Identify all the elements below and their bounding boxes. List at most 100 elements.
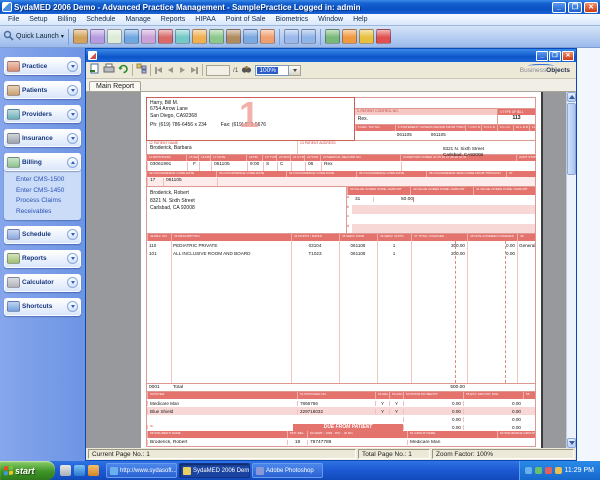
- toolbar-icon-cpt-codes[interactable]: [73, 29, 88, 44]
- refresh-button[interactable]: [118, 61, 129, 79]
- sidebar-item-billing[interactable]: Billing: [4, 153, 81, 171]
- tray-network-icon[interactable]: [525, 467, 532, 474]
- export-button[interactable]: [89, 61, 100, 79]
- toolbar-icon-referrals[interactable]: [141, 29, 156, 44]
- sidebar-item-reports[interactable]: Reports: [4, 250, 81, 268]
- services-header: 42 REV. CD. 43 DESCRIPTION 44 HCPCS / RA…: [146, 234, 536, 241]
- sidebar-item-insurance[interactable]: Insurance: [4, 129, 81, 147]
- menu-setup[interactable]: Setup: [24, 16, 52, 23]
- report-maximize-button[interactable]: ❐: [549, 51, 561, 61]
- toolbar-icon-documents[interactable]: [284, 29, 299, 44]
- toolbar-icon-day-sheet[interactable]: [209, 29, 224, 44]
- vertical-scrollbar[interactable]: [566, 92, 576, 448]
- tray-shield-icon[interactable]: [535, 467, 542, 474]
- menu-reports[interactable]: Reports: [156, 16, 191, 23]
- toolbar-icon-charts[interactable]: [325, 29, 340, 44]
- scroll-down-button[interactable]: [567, 438, 576, 448]
- toolbar-icon-icd-codes[interactable]: [90, 29, 105, 44]
- toolbar-icon-patients[interactable]: [260, 29, 275, 44]
- toolbar-icon-point-of-sale[interactable]: [342, 29, 357, 44]
- close-button[interactable]: ✕: [584, 2, 598, 13]
- scrollbar-thumb[interactable]: [567, 103, 576, 175]
- toolbar-separator: [150, 64, 151, 76]
- report-minimize-button[interactable]: _: [536, 51, 548, 61]
- sidebar-link-process-claims[interactable]: Process Claims: [16, 197, 77, 204]
- toolbar-icon-ledger[interactable]: [226, 29, 241, 44]
- last-page-button[interactable]: [190, 66, 199, 75]
- toolbar-icon-security-lock[interactable]: [359, 29, 374, 44]
- report-close-button[interactable]: ✕: [562, 51, 574, 61]
- toolbar-icon-help[interactable]: [376, 29, 391, 44]
- menu-hipaa[interactable]: HIPAA: [190, 16, 221, 23]
- show-desktop-icon[interactable]: [60, 465, 71, 476]
- menu-window[interactable]: Window: [313, 16, 348, 23]
- menu-point-of-sale[interactable]: Point of Sale: [221, 16, 271, 23]
- report-window-titlebar: _ ❐ ✕: [86, 49, 576, 62]
- reports-expand-button[interactable]: [67, 253, 78, 264]
- practice-expand-button[interactable]: [67, 61, 78, 72]
- zoom-combobox[interactable]: 100%: [255, 65, 301, 76]
- sidebar-item-calculator[interactable]: Calculator: [4, 274, 81, 292]
- task-browser[interactable]: http://www.sydasoft...: [106, 463, 177, 478]
- menu-help[interactable]: Help: [348, 16, 372, 23]
- task-sydamed[interactable]: SydaMED 2006 Demo...: [179, 463, 250, 478]
- sidebar-item-practice[interactable]: Practice: [4, 57, 81, 75]
- billing-collapse-button[interactable]: [67, 157, 78, 168]
- previous-page-button[interactable]: [166, 66, 175, 75]
- media-player-icon[interactable]: [88, 465, 99, 476]
- next-page-button[interactable]: [178, 66, 187, 75]
- minimize-button[interactable]: _: [552, 2, 566, 13]
- group-tree-button[interactable]: [136, 61, 147, 79]
- scroll-up-button[interactable]: [567, 92, 576, 102]
- insurance-expand-button[interactable]: [67, 133, 78, 144]
- menu-manage[interactable]: Manage: [120, 16, 155, 23]
- payer-header: 50 PAYER 51 PROVIDER NO. 52 REL INFO 53 …: [146, 392, 536, 399]
- toolbar-icon-scheduler[interactable]: [301, 29, 316, 44]
- page-watermark: 1: [239, 94, 259, 136]
- schedule-expand-button[interactable]: [67, 229, 78, 240]
- menu-biometrics[interactable]: Biometrics: [270, 16, 313, 23]
- zoom-value: 100%: [257, 67, 278, 74]
- page-number-input[interactable]: [206, 65, 230, 76]
- quick-launch-caret-icon[interactable]: ▾: [61, 33, 64, 40]
- toolbar-icon-statements[interactable]: [158, 29, 173, 44]
- sidebar-item-providers[interactable]: Providers: [4, 105, 81, 123]
- internet-explorer-icon[interactable]: [74, 465, 85, 476]
- task-photoshop[interactable]: Adobe Photoshop: [252, 463, 323, 478]
- patients-expand-button[interactable]: [67, 85, 78, 96]
- tray-alert-icon[interactable]: [545, 467, 552, 474]
- responsible-party-row: Broderick, Robert 8321 N. Sixth Street C…: [146, 186, 536, 234]
- tray-volume-icon[interactable]: [555, 467, 562, 474]
- tab-main-report[interactable]: Main Report: [89, 81, 141, 91]
- print-button[interactable]: [103, 61, 115, 79]
- first-page-button[interactable]: [154, 66, 163, 75]
- sidebar-item-patients[interactable]: Patients: [4, 81, 81, 99]
- insurance-icon: [7, 133, 20, 144]
- maximize-button[interactable]: ❐: [568, 2, 582, 13]
- sidebar-link-enter-cms-1500[interactable]: Enter CMS-1500: [16, 176, 77, 183]
- sidebar-item-schedule[interactable]: Schedule: [4, 226, 81, 244]
- providers-expand-button[interactable]: [67, 109, 78, 120]
- toolbar-icon-workstation[interactable]: [243, 29, 258, 44]
- statement-from: 061105: [397, 132, 431, 140]
- toolbar-icon-payments[interactable]: [192, 29, 207, 44]
- shortcuts-expand-button[interactable]: [67, 301, 78, 312]
- toolbar-icon-remittance[interactable]: [175, 29, 190, 44]
- calculator-expand-button[interactable]: [67, 277, 78, 288]
- menu-billing[interactable]: Billing: [53, 16, 82, 23]
- menu-schedule[interactable]: Schedule: [81, 16, 120, 23]
- zoom-dropdown-button[interactable]: [289, 65, 301, 76]
- quick-launch-button[interactable]: Quick Launch: [16, 33, 59, 40]
- sidebar-link-receivables[interactable]: Receivables: [16, 208, 77, 215]
- sidebar-item-shortcuts[interactable]: Shortcuts: [4, 298, 81, 316]
- payer-row: Medicare Man 7866766 Y Y 0.00 0.00: [147, 399, 535, 407]
- sidebar-group-billing: Billing Enter CMS-1500 Enter CMS-1450 Pr…: [4, 153, 81, 220]
- find-button[interactable]: [241, 61, 252, 79]
- toolbar-icon-eligibility[interactable]: [124, 29, 139, 44]
- menu-file[interactable]: File: [3, 16, 24, 23]
- responsible-party-box: Broderick, Robert 8321 N. Sixth Street C…: [147, 187, 347, 233]
- toolbar-icon-superbill[interactable]: [107, 29, 122, 44]
- sidebar-link-enter-cms-1450[interactable]: Enter CMS-1450: [16, 187, 77, 194]
- payer-row: 0.00 0.00: [147, 415, 535, 423]
- start-button[interactable]: start: [0, 461, 55, 480]
